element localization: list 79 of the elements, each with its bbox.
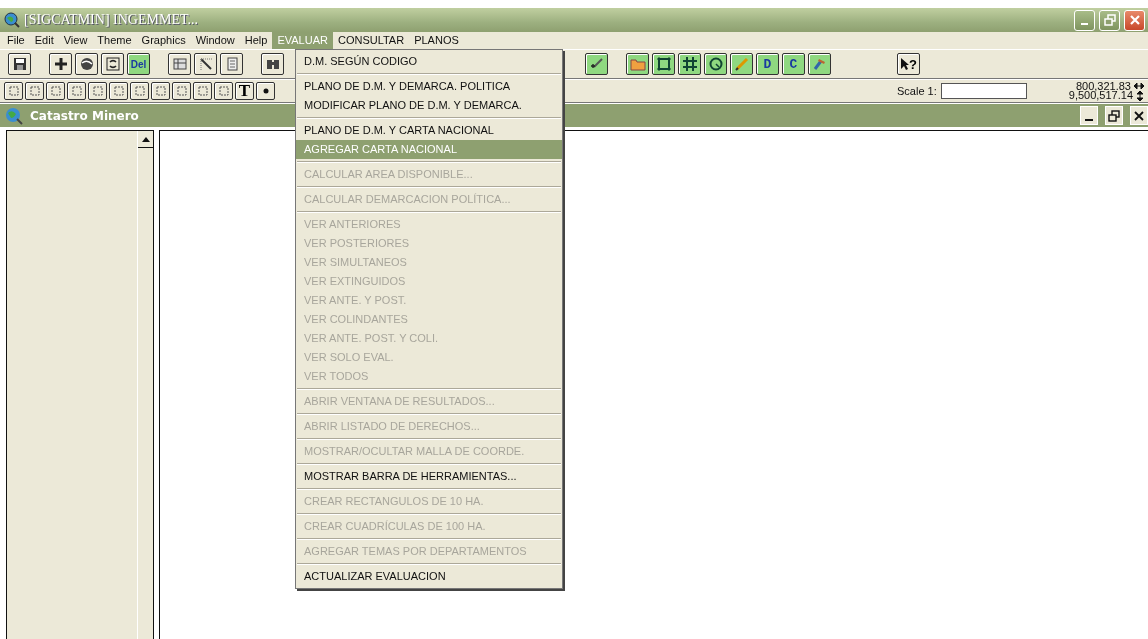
tool-button[interactable] — [88, 82, 107, 100]
menu-item[interactable]: PLANO DE D.M. Y DEMARCA. POLITICA — [296, 77, 562, 96]
restore-icon — [1103, 14, 1116, 26]
vertical-arrow-icon — [1136, 90, 1144, 101]
menu-item[interactable]: View — [58, 32, 93, 49]
grid-button[interactable] — [678, 53, 701, 75]
window-title: [SIGCATMIN] INGEMMET... — [24, 12, 198, 28]
menu-item[interactable]: PLANO DE D.M. Y CARTA NACIONAL — [296, 121, 562, 140]
scale-field[interactable] — [940, 83, 1027, 99]
c-button[interactable]: C — [782, 53, 805, 75]
pencil-icon — [197, 56, 214, 72]
minimize-button[interactable] — [1080, 106, 1098, 125]
document-button[interactable] — [220, 53, 243, 75]
tool-button[interactable] — [25, 82, 44, 100]
tool-button[interactable] — [151, 82, 170, 100]
hammer-icon — [811, 56, 828, 72]
frame-button[interactable] — [652, 53, 675, 75]
menu-item[interactable]: MOSTRAR BARRA DE HERRAMIENTAS... — [296, 467, 562, 486]
menu-item[interactable]: Help — [239, 32, 273, 49]
tool-button[interactable] — [172, 82, 191, 100]
tool-button[interactable] — [67, 82, 86, 100]
close-button[interactable] — [1130, 106, 1148, 125]
menu-item[interactable]: File — [2, 32, 30, 49]
folder-button[interactable] — [626, 53, 649, 75]
brush-button[interactable] — [585, 53, 608, 75]
refresh-icon — [104, 56, 121, 72]
folder-icon — [628, 56, 647, 72]
table-icon — [171, 56, 188, 72]
grid-icon — [681, 56, 698, 72]
minimize-icon — [1081, 22, 1088, 25]
tool-button[interactable] — [46, 82, 65, 100]
pencil-icon — [733, 56, 750, 72]
globe-icon — [78, 56, 95, 72]
dot-icon — [262, 88, 269, 94]
table-button[interactable] — [168, 53, 191, 75]
scrollbar[interactable] — [137, 131, 153, 639]
help-button[interactable]: ? — [897, 53, 920, 75]
globe-icon — [4, 106, 24, 125]
x-coordinate: 800,321.83 — [1075, 81, 1131, 91]
menu-item[interactable]: MODIFICAR PLANO DE D.M. Y DEMARCA. — [296, 96, 562, 115]
tool-button[interactable] — [214, 82, 233, 100]
refresh-button[interactable] — [101, 53, 124, 75]
close-icon — [1134, 110, 1144, 121]
menu-item[interactable]: PLANOS — [409, 32, 464, 49]
scale-label: Scale 1: — [897, 85, 937, 97]
restore-button[interactable] — [1105, 106, 1123, 125]
tool-button[interactable] — [130, 82, 149, 100]
menu-item[interactable]: ACTUALIZAR EVALUACION — [296, 567, 562, 586]
y-coordinate: 9,500,517.14 — [1068, 91, 1133, 100]
up-arrow-icon — [141, 136, 150, 142]
plus-icon — [52, 56, 69, 72]
menu-item[interactable]: Edit — [29, 32, 59, 49]
minimize-icon — [1085, 118, 1093, 121]
point-tool-button[interactable] — [256, 82, 275, 100]
globe-icon — [4, 12, 20, 28]
tool-button[interactable] — [109, 82, 128, 100]
delete-button[interactable]: Del — [127, 53, 150, 75]
child-window-title: Catastro Minero — [30, 108, 139, 123]
find-button[interactable] — [261, 53, 284, 75]
d-button[interactable]: D — [756, 53, 779, 75]
menu-item[interactable]: Window — [190, 32, 240, 49]
menu-item[interactable]: Graphics — [136, 32, 191, 49]
tools-button[interactable] — [808, 53, 831, 75]
menu-item[interactable]: D.M. SEGÚN CODIGO — [296, 52, 562, 71]
circle-button[interactable] — [704, 53, 727, 75]
edit-button[interactable] — [194, 53, 217, 75]
pencil-button[interactable] — [730, 53, 753, 75]
save-button[interactable] — [8, 53, 31, 75]
tool-button[interactable] — [193, 82, 212, 100]
floppy-icon — [12, 57, 27, 71]
menu-item[interactable]: CONSULTAR — [332, 32, 410, 49]
menu-item[interactable]: Theme — [92, 32, 137, 49]
horizontal-arrow-icon — [1134, 82, 1144, 90]
restore-icon — [1108, 109, 1120, 122]
globe-button[interactable] — [75, 53, 98, 75]
add-button[interactable] — [49, 53, 72, 75]
tool-button[interactable] — [4, 82, 23, 100]
close-icon — [1128, 14, 1141, 26]
text-tool-button[interactable]: T — [235, 82, 254, 100]
